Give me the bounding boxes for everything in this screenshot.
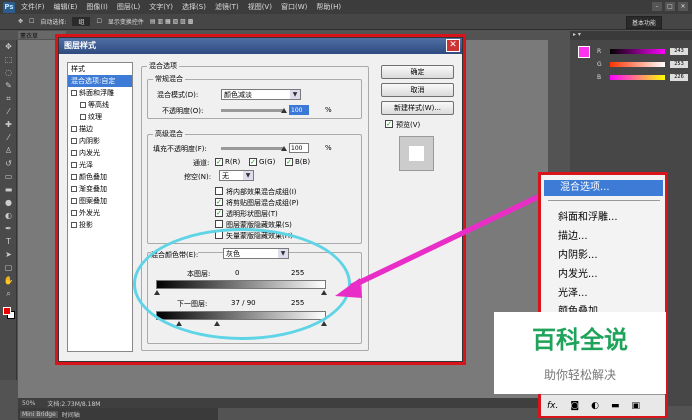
new-layer-icon[interactable]: ▣: [631, 401, 640, 411]
menu-item-inner-glow[interactable]: 内发光...: [558, 265, 598, 280]
menu-item-satin[interactable]: 光泽...: [558, 284, 588, 299]
menu-divider: [548, 200, 660, 201]
folder-icon[interactable]: ▬: [611, 401, 620, 411]
arrow-shaft: [350, 191, 546, 289]
mask-icon[interactable]: ◙: [570, 401, 579, 411]
arrow-head: [335, 278, 362, 298]
layers-panel-footer: fx. ◙ ◐ ▬ ▣: [541, 394, 665, 416]
watermark: 百科全说 助你轻松解决: [494, 312, 666, 394]
menu-item-stroke[interactable]: 描边...: [558, 227, 588, 242]
menu-item-bevel[interactable]: 斜面和浮雕...: [558, 208, 618, 223]
fx-button[interactable]: fx.: [547, 401, 558, 411]
watermark-subtitle: 助你轻松解决: [543, 368, 616, 382]
menu-item-inner-shadow[interactable]: 内阴影...: [558, 246, 598, 261]
watermark-title: 百科全说: [532, 326, 628, 354]
adjustment-icon[interactable]: ◐: [591, 401, 599, 411]
menu-item-blending-options[interactable]: 混合选项...: [544, 180, 663, 196]
